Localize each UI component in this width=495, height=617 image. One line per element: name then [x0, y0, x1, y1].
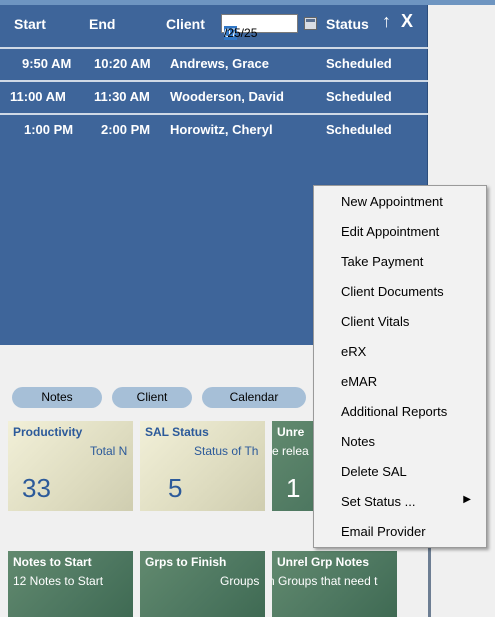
tile-count: 33 — [22, 473, 51, 503]
menu-emar[interactable]: eMAR — [341, 374, 377, 396]
menu-edit-appointment[interactable]: Edit Appointment — [341, 224, 439, 246]
context-menu: New Appointment Edit Appointment Take Pa… — [313, 185, 487, 548]
menu-take-payment[interactable]: Take Payment — [341, 254, 423, 276]
tile-title: Productivity — [13, 425, 83, 439]
menu-additional-reports[interactable]: Additional Reports — [341, 404, 447, 426]
tile-sal-status[interactable]: SAL Status Status of Th 5 — [140, 421, 265, 511]
tile-subtitle: n Groups that need t — [272, 574, 378, 588]
tile-count: 5 — [168, 473, 183, 503]
appt-end: 11:30 AM — [94, 89, 150, 104]
date-input[interactable]: 07/25/25 — [221, 14, 298, 40]
appt-status: Scheduled — [326, 56, 392, 71]
tab-notes[interactable]: Notes — [12, 387, 102, 408]
appointment-row[interactable]: 11:00 AM 11:30 AM Wooderson, David Sched… — [0, 80, 428, 110]
tile-title: SAL Status — [145, 425, 209, 439]
up-arrow-icon[interactable]: ↑ — [382, 11, 391, 32]
tile-subtitle: Groups — [220, 574, 260, 588]
tile-title: Grps to Finish — [145, 555, 227, 569]
tile-title: Notes to Start — [13, 555, 92, 569]
tile-title: Unrel Grp Notes — [277, 555, 370, 569]
tab-client[interactable]: Client — [112, 387, 192, 408]
submenu-arrow-icon: ▶ — [463, 494, 471, 505]
tile-grps-to-finish[interactable]: Grps to Finish Groups — [140, 551, 265, 617]
menu-erx[interactable]: eRX — [341, 344, 366, 366]
col-end-header[interactable]: End — [89, 16, 115, 32]
appt-client: Horowitz, Cheryl — [170, 122, 273, 137]
date-rest: /25/25 — [224, 26, 258, 40]
appt-status: Scheduled — [326, 122, 392, 137]
appt-start: 11:00 AM — [10, 89, 66, 104]
tile-notes-to-start[interactable]: Notes to Start 12 Notes to Start — [8, 551, 133, 617]
appt-end: 2:00 PM — [101, 122, 151, 137]
menu-client-documents[interactable]: Client Documents — [341, 284, 444, 306]
tile-subtitle: 12 Notes to Start — [13, 574, 104, 588]
col-start-header[interactable]: Start — [14, 16, 46, 32]
tile-unrel-grp-notes[interactable]: Unrel Grp Notes n Groups that need t — [272, 551, 397, 617]
appt-start: 1:00 PM — [24, 122, 74, 137]
calendar-icon[interactable] — [304, 17, 317, 30]
tile-subtitle: Status of Th — [194, 444, 259, 458]
menu-new-appointment[interactable]: New Appointment — [341, 194, 443, 216]
col-client-header[interactable]: Client — [166, 16, 205, 32]
col-status-header[interactable]: Status — [326, 16, 369, 32]
appt-client: Andrews, Grace — [170, 56, 269, 71]
tab-calendar[interactable]: Calendar — [202, 387, 306, 408]
app-window: Start End Client 07/25/25 Status ↑ X 9:5… — [0, 0, 495, 617]
appt-status: Scheduled — [326, 89, 392, 104]
appointment-row[interactable]: 1:00 PM 2:00 PM Horowitz, Cheryl Schedul… — [0, 113, 428, 143]
appt-start: 9:50 AM — [22, 56, 72, 71]
close-icon[interactable]: X — [401, 11, 413, 32]
tile-count: 1 — [286, 473, 301, 503]
tile-subtitle: e relea — [272, 444, 309, 458]
menu-notes[interactable]: Notes — [341, 434, 375, 456]
menu-set-status[interactable]: Set Status ... ▶ — [341, 494, 481, 516]
menu-delete-sal[interactable]: Delete SAL — [341, 464, 407, 486]
appt-client: Wooderson, David — [170, 89, 284, 104]
menu-set-status-label: Set Status ... — [341, 494, 416, 509]
tile-productivity[interactable]: Productivity Total N 33 — [8, 421, 133, 511]
menu-client-vitals[interactable]: Client Vitals — [341, 314, 409, 336]
tile-subtitle: Total N — [90, 444, 128, 458]
menu-email-provider[interactable]: Email Provider — [341, 524, 426, 546]
appointment-row[interactable]: 9:50 AM 10:20 AM Andrews, Grace Schedule… — [0, 47, 428, 77]
tile-title: Unre — [277, 425, 305, 439]
schedule-header: Start End Client 07/25/25 Status ↑ X — [0, 5, 428, 41]
appt-end: 10:20 AM — [94, 56, 151, 71]
